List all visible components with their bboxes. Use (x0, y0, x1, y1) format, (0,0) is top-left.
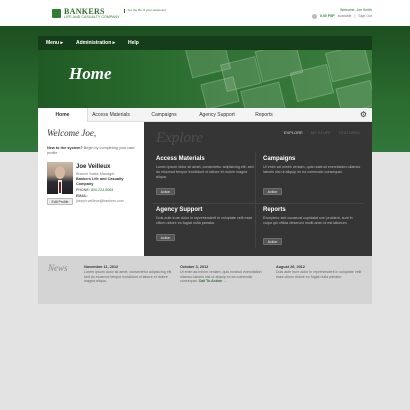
phone-value: 800-224-5064 (90, 188, 114, 192)
call-to-action-link[interactable]: Call To Action → (199, 279, 227, 283)
hero-banner: Home (38, 50, 372, 108)
coin-icon (312, 13, 318, 19)
explore-panel: Explore EXPLORE MY STUFF FEATURED Access… (144, 122, 372, 256)
filter-explore[interactable]: EXPLORE (284, 130, 303, 135)
document-graphic (335, 80, 372, 108)
sign-out-link[interactable]: Sign Out (358, 13, 372, 19)
explore-filters: EXPLORE MY STUFF FEATURED (284, 130, 360, 135)
access-materials-action-button[interactable]: Action (156, 188, 175, 195)
profile-title: Branch Sales Manager (76, 172, 115, 176)
profile-company: Bankers Life and Casualty Company (76, 177, 124, 186)
profile-phone: PHONE: 800-224-5064 (76, 188, 113, 192)
phone-label: PHONE: (76, 188, 90, 192)
avatar (47, 162, 73, 194)
card-title[interactable]: Reports (263, 207, 361, 213)
nav-administration[interactable]: Administration ▸ (76, 40, 115, 46)
card-campaigns: Campaigns Ut enim ad minim veniam, quis … (263, 156, 361, 175)
document-graphic (324, 50, 372, 83)
main-nav: Menu ▸ Administration ▸ Help (38, 36, 372, 50)
news-item: August 26, 2012 Duis aute irure dolor in… (276, 265, 366, 279)
profile-email[interactable]: joseph.veilleux@bankers.com (76, 199, 124, 203)
top-header: BANKERS LIFE AND CASUALTY COMPANY For th… (0, 0, 410, 26)
news-item: November 11, 2012 Lorem ipsum dolor sit … (84, 265, 174, 284)
reports-action-button[interactable]: Action (263, 238, 282, 245)
filter-my-stuff[interactable]: MY STUFF (311, 130, 331, 135)
news-date[interactable]: October 3, 2012 (180, 265, 270, 269)
tab-reports[interactable]: Reports (248, 108, 280, 122)
card-agency-support: Agency Support Duis aute irure dolor in … (156, 207, 254, 226)
divider (152, 203, 364, 204)
brand-name: BANKERS (64, 7, 105, 16)
news-text: Ut enim ad minim veniam, quis nostrud ex… (180, 270, 270, 284)
explore-title: Explore (156, 130, 203, 146)
document-graphic (200, 76, 240, 108)
card-text: Ut enim ad minim veniam, quis nostrud ex… (263, 165, 361, 174)
news-text: Duis aute irure dolor in reprehenderit i… (276, 270, 362, 279)
card-title[interactable]: Agency Support (156, 207, 254, 213)
welcome-title: Welcome Joe, (47, 128, 97, 138)
divider (255, 152, 256, 248)
page-title: Home (69, 64, 112, 83)
logo-mark-icon (52, 9, 61, 18)
card-reports: Reports Excepteur sint occaecat cupidata… (263, 207, 361, 226)
card-text: Lorem ipsum dolor sit amet, consectetur … (156, 165, 254, 179)
fsp-balance: 0.00 FSP available | Sign Out (312, 13, 372, 19)
nav-help[interactable]: Help (128, 40, 139, 46)
tab-agency-support[interactable]: Agency Support (194, 108, 240, 122)
gear-icon[interactable]: ⚙ (360, 111, 367, 119)
welcome-panel: Welcome Joe, New to the system? Begin by… (38, 122, 144, 256)
nav-menu[interactable]: Menu ▸ (46, 40, 63, 46)
news-date[interactable]: August 26, 2012 (276, 265, 366, 269)
tab-home[interactable]: Home (38, 108, 88, 122)
intro-bold: New to the system? (47, 146, 83, 150)
filter-featured[interactable]: FEATURED (339, 130, 360, 135)
news-date[interactable]: November 11, 2012 (84, 265, 174, 269)
welcome-intro: New to the system? Begin by completing y… (47, 146, 139, 156)
brand-subname: LIFE AND CASUALTY COMPANY (64, 15, 120, 19)
card-title[interactable]: Campaigns (263, 156, 361, 162)
news-section: News November 11, 2012 Lorem ipsum dolor… (38, 256, 372, 304)
tab-campaigns[interactable]: Campaigns (142, 108, 186, 122)
email-label: EMAIL: (76, 194, 88, 198)
campaigns-action-button[interactable]: Action (263, 188, 282, 195)
logo-text: BANKERS LIFE AND CASUALTY COMPANY (64, 7, 120, 20)
edit-profile-button[interactable]: Edit Profile (47, 198, 73, 205)
profile-name: Joe Veilleux (76, 164, 111, 170)
agency-support-action-button[interactable]: Action (156, 234, 175, 241)
user-area: Welcome, Joe Smith 0.00 FSP available | … (312, 7, 372, 19)
fsp-amount: 0.00 FSP (320, 14, 335, 18)
brand-tagline: For the life of your retirement (123, 8, 166, 13)
card-access-materials: Access Materials Lorem ipsum dolor sit a… (156, 156, 254, 180)
fsp-label: available (337, 14, 352, 18)
tab-access-materials[interactable]: Access Materials (88, 108, 134, 122)
card-text: Duis aute irure dolor in reprehenderit i… (156, 216, 253, 225)
news-text: Lorem ipsum dolor sit amet, consectetur … (84, 270, 173, 284)
bankers-logo[interactable]: BANKERS LIFE AND CASUALTY COMPANY For th… (52, 8, 166, 19)
news-title: News (48, 263, 68, 273)
tab-bar: Home Access Materials Campaigns Agency S… (38, 108, 372, 122)
news-item: October 3, 2012 Ut enim ad minim veniam,… (180, 265, 270, 284)
card-text: Excepteur sint occaecat cupidatat non pr… (263, 216, 353, 225)
card-title[interactable]: Access Materials (156, 156, 254, 162)
separator: | (354, 14, 356, 18)
